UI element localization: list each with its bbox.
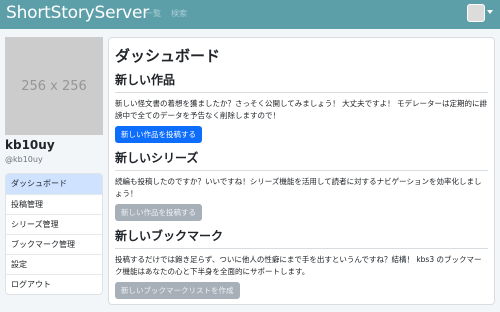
nav-link-search[interactable]: 検索 <box>171 8 187 19</box>
brand-logo[interactable]: ShortStoryServer <box>6 3 149 23</box>
sidebar-item-bookmarks[interactable]: ブックマーク管理 <box>6 234 102 254</box>
divider <box>115 170 488 171</box>
avatar: 256 x 256 <box>5 37 103 135</box>
dashboard-card: ダッシュボード 新しい作品 新しい怪文書の着想を獲ましたか？さっそく公開してみま… <box>108 37 495 305</box>
section-new-series: 新しいシリーズ 続編も投稿したのですか？いいですね！シリーズ機能を活用して読者に… <box>115 149 488 221</box>
user-handle: @kb10uy <box>5 155 43 164</box>
sidebar-item-logout[interactable]: ログアウト <box>6 274 102 294</box>
section-new-work: 新しい作品 新しい怪文書の着想を獲ましたか？さっそく公開してみましょう！ 大丈夫… <box>115 71 488 143</box>
sidebar: 256 x 256 kb10uy @kb10uy ダッシュボード 投稿管理 シリ… <box>5 37 103 295</box>
username: kb10uy <box>5 138 55 152</box>
sidebar-item-settings[interactable]: 設定 <box>6 254 102 274</box>
new-bookmark-list-button[interactable]: 新しいブックマークリストを作成 <box>115 282 240 299</box>
divider <box>115 248 488 249</box>
chevron-down-icon[interactable] <box>487 10 493 14</box>
top-navbar: ShortStoryServer 一覧 検索 <box>0 0 500 29</box>
sidebar-item-series[interactable]: シリーズ管理 <box>6 214 102 234</box>
section-text: 続編も投稿したのですか？いいですね！シリーズ機能を活用して読者に対するナビゲーシ… <box>115 177 482 198</box>
divider <box>115 92 488 93</box>
nav-link-list[interactable]: 一覧 <box>145 8 161 19</box>
section-text: 投稿するだけでは飽き足らず、ついに他人の性癖にまで手を出すというんですね？結構！… <box>115 255 482 276</box>
section-new-bookmark: 新しいブックマーク 投稿するだけでは飽き足らず、ついに他人の性癖にまで手を出すと… <box>115 227 488 299</box>
section-title: 新しいシリーズ <box>115 151 199 165</box>
new-series-button[interactable]: 新しい作品を投稿する <box>115 204 202 221</box>
sidebar-menu: ダッシュボード 投稿管理 シリーズ管理 ブックマーク管理 設定 ログアウト <box>5 173 103 295</box>
sidebar-item-dashboard[interactable]: ダッシュボード <box>6 174 102 194</box>
section-title: 新しいブックマーク <box>115 229 224 243</box>
page-title: ダッシュボード <box>115 47 221 65</box>
section-text: 新しい怪文書の着想を獲ましたか？さっそく公開してみましょう！ 大丈夫ですよ！ モ… <box>115 99 488 120</box>
section-title: 新しい作品 <box>115 73 176 87</box>
new-work-button[interactable]: 新しい作品を投稿する <box>115 126 202 143</box>
user-avatar-menu[interactable] <box>467 4 485 22</box>
sidebar-item-posts[interactable]: 投稿管理 <box>6 194 102 214</box>
avatar-placeholder-text: 256 x 256 <box>21 78 87 94</box>
